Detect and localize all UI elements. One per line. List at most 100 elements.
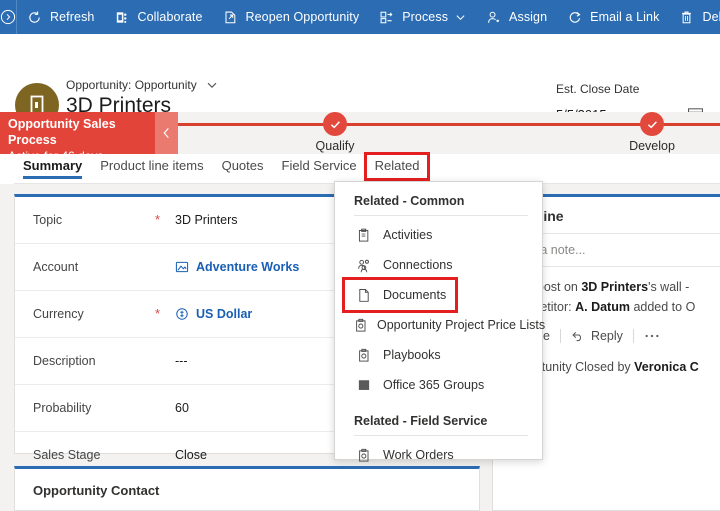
refresh-icon (26, 9, 43, 25)
opportunity-contact-card: Opportunity Contact (14, 466, 480, 511)
check-icon (647, 120, 657, 128)
flyout-group-title-common: Related - Common (354, 194, 465, 208)
field-value-account-label: Adventure Works (196, 260, 300, 274)
process-stage-label: Develop (629, 139, 675, 153)
document-icon (354, 288, 374, 303)
activities-clipboard-icon (354, 228, 374, 243)
command-reopen-opportunity[interactable]: Reopen Opportunity (213, 0, 370, 34)
menu-item-playbooks[interactable]: Playbooks (335, 340, 542, 370)
expand-navigation-button[interactable] (0, 0, 17, 34)
collaborate-icon (113, 9, 130, 25)
field-value-currency-label: US Dollar (196, 307, 253, 321)
command-email-a-link[interactable]: Email a Link (557, 0, 669, 34)
workorder-icon (354, 448, 374, 463)
tab-quotes[interactable]: Quotes (213, 154, 273, 179)
tab-related[interactable]: Related (363, 152, 431, 181)
ellipsis-icon (644, 333, 660, 339)
reply-arrow-icon (571, 329, 585, 343)
tab-field-service[interactable]: Field Service (273, 154, 366, 179)
field-label: Account (33, 260, 79, 274)
command-assign[interactable]: Assign (476, 0, 557, 34)
connections-people-icon (354, 258, 374, 273)
stage-status-circle (323, 112, 347, 136)
menu-item-label: Playbooks (383, 348, 441, 362)
email-link-icon (566, 9, 583, 25)
field-label: Sales Stage (33, 448, 101, 462)
menu-item-label: Opportunity Project Price Lists (377, 318, 546, 332)
command-assign-label: Assign (509, 10, 548, 24)
menu-item-documents[interactable]: Documents (342, 277, 458, 313)
post-text: added to O (629, 300, 696, 314)
post-reply-button[interactable]: Reply (571, 329, 633, 343)
process-name: Opportunity Sales Process (8, 117, 116, 147)
command-reopen-opportunity-label: Reopen Opportunity (245, 10, 360, 24)
account-icon (175, 260, 189, 274)
command-delete-label: Delete (702, 10, 720, 24)
post-more-button[interactable] (644, 333, 676, 339)
menu-item-label: Activities (383, 228, 433, 242)
process-collapse-button[interactable] (155, 112, 178, 154)
playbook-icon (354, 348, 374, 363)
chevron-right-circle-icon (0, 9, 16, 25)
menu-item-opportunity-project-price-lists[interactable]: Opportunity Project Price Lists (335, 310, 546, 340)
chevron-down-icon[interactable] (206, 79, 218, 91)
command-refresh-label: Refresh (50, 10, 95, 24)
required-marker: * (155, 212, 161, 227)
check-icon (330, 120, 340, 128)
required-marker: * (155, 306, 161, 321)
menu-item-label: Connections (383, 258, 453, 272)
flyout-divider (354, 435, 528, 436)
process-stage-develop[interactable]: Develop (592, 112, 712, 153)
process-stage-label: Qualify (315, 139, 355, 153)
stage-status-circle (640, 112, 664, 136)
menu-item-activities[interactable]: Activities (335, 220, 542, 250)
est-close-date-label: Est. Close Date (556, 82, 640, 96)
record-header: Opportunity: Opportunity 3D Printers Rea… (0, 34, 720, 136)
related-flyout-menu: Related - Common Activities Connections … (334, 181, 546, 462)
currency-icon (175, 307, 189, 321)
command-collaborate[interactable]: Collaborate (104, 0, 212, 34)
flyout-group-title-field-service: Related - Field Service (354, 414, 488, 428)
delete-trash-icon (678, 9, 695, 25)
pricelist-icon (354, 318, 368, 333)
command-delete[interactable]: Delete (669, 0, 720, 34)
command-refresh[interactable]: Refresh (17, 0, 104, 34)
chevron-left-icon (163, 128, 169, 138)
command-process[interactable]: Process (369, 0, 476, 34)
entity-breadcrumb-label: Opportunity: Opportunity (66, 78, 197, 92)
menu-item-connections[interactable]: Connections (335, 250, 542, 280)
action-divider (559, 329, 561, 343)
tab-summary[interactable]: Summary (14, 154, 91, 179)
reopen-icon (222, 9, 239, 25)
tab-product-line-items[interactable]: Product line items (91, 154, 212, 179)
field-label: Currency (33, 307, 84, 321)
field-label: Probability (33, 401, 92, 415)
post-reply-label: Reply (590, 329, 623, 343)
command-bar: Refresh Collaborate Reopen Opportunity P… (0, 0, 720, 34)
flyout-divider (354, 215, 528, 216)
chevron-down-icon (455, 12, 466, 23)
form-tabs: Summary Product line items Quotes Field … (0, 152, 720, 184)
process-name-block[interactable]: Opportunity Sales Process Active for 46 … (0, 112, 155, 163)
entity-breadcrumb[interactable]: Opportunity: Opportunity (66, 78, 218, 92)
post-text-bold: Veronica C (634, 360, 699, 374)
menu-item-work-orders[interactable]: Work Orders (335, 440, 542, 470)
post-text: 's wall - (648, 280, 690, 294)
process-icon (378, 9, 395, 25)
command-process-label: Process (402, 10, 449, 24)
menu-item-office-365-groups[interactable]: Office 365 Groups (335, 370, 542, 400)
command-collaborate-label: Collaborate (137, 10, 203, 24)
command-email-a-link-label: Email a Link (590, 10, 660, 24)
business-process-flow: Opportunity Sales Process Active for 46 … (0, 112, 720, 163)
office365-groups-icon (354, 378, 374, 392)
assign-person-icon (485, 9, 502, 25)
post-text-bold: 3D Printers (581, 280, 649, 294)
menu-item-label: Work Orders (383, 448, 454, 462)
process-stage-qualify[interactable]: Qualify (275, 112, 395, 153)
menu-item-label: Documents (383, 288, 447, 302)
field-label: Topic (33, 213, 63, 227)
field-label: Description (33, 354, 96, 368)
action-divider (632, 329, 634, 343)
post-text-bold: A. Datum (575, 300, 630, 314)
opportunity-contact-title: Opportunity Contact (33, 483, 160, 498)
